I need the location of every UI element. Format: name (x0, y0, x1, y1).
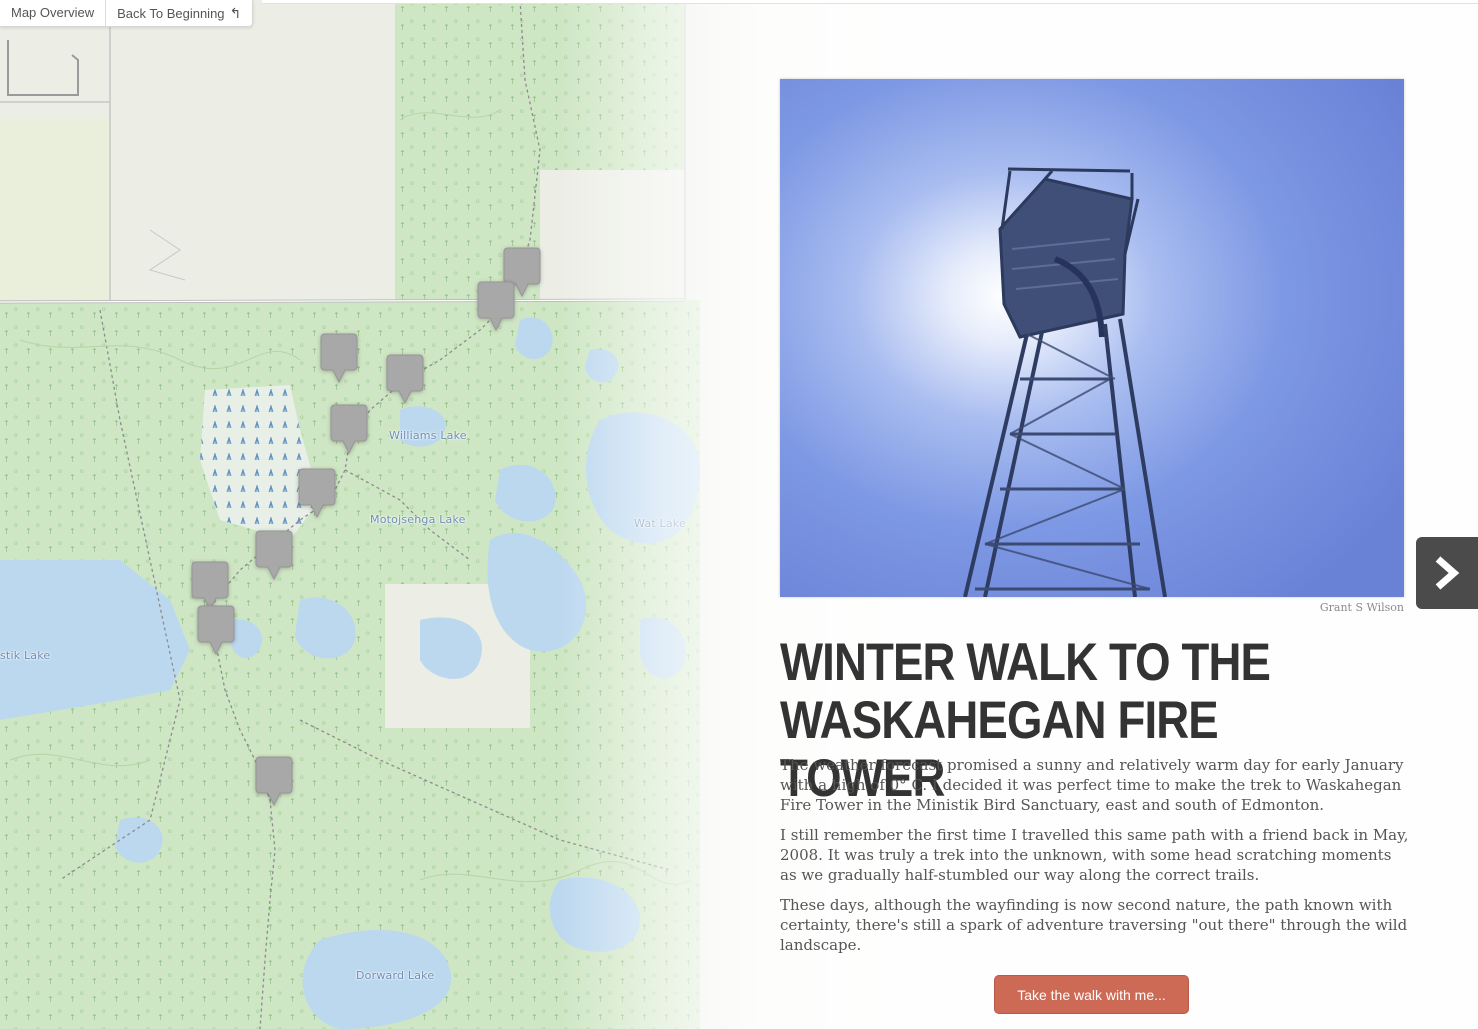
story-paragraph: The weather forecast promised a sunny an… (780, 756, 1404, 814)
back-to-beginning-button[interactable]: Back To Beginning ↰ (105, 0, 252, 26)
take-the-walk-button[interactable]: Take the walk with me... (994, 975, 1189, 1014)
map-overview-label: Map Overview (11, 5, 95, 20)
fire-tower-photo (780, 79, 1404, 597)
story-paragraph: These days, although the wayfinding is n… (780, 896, 1408, 954)
story-title-line1: Winter Walk to the (780, 633, 1271, 692)
next-slide-button[interactable] (1416, 537, 1478, 609)
map-label-wat-lake: Wat Lake (634, 517, 686, 530)
map-pin-icon[interactable] (254, 755, 294, 807)
map-pin-icon[interactable] (329, 403, 369, 455)
back-to-beginning-label: Back To Beginning (117, 6, 225, 21)
map-pin-icon[interactable] (297, 467, 337, 519)
map-pin-icon[interactable] (196, 604, 236, 656)
story-body: The weather forecast promised a sunny an… (780, 755, 1410, 965)
chevron-right-icon (1435, 556, 1460, 590)
map-pin-icon[interactable] (385, 353, 425, 405)
map-overview-button[interactable]: Map Overview (0, 0, 105, 26)
photo-credit: Grant S Wilson (1319, 601, 1404, 614)
map-label-motojsenga-lake: Motojsenga Lake (370, 513, 466, 526)
map-pin-icon[interactable] (319, 332, 359, 384)
map-label-williams-lake: Williams Lake (389, 429, 467, 442)
story-paragraph: I still remember the first time I travel… (780, 826, 1409, 884)
top-nav: Map Overview Back To Beginning ↰ (0, 0, 254, 27)
map-label-dorward-lake: Dorward Lake (356, 969, 435, 982)
map-label-ministik-lake: stik Lake (0, 649, 51, 662)
undo-arrow-icon: ↰ (229, 5, 242, 21)
map-pin-icon[interactable] (476, 280, 516, 332)
top-border (262, 0, 1478, 4)
map-pin-icon[interactable] (254, 529, 294, 581)
